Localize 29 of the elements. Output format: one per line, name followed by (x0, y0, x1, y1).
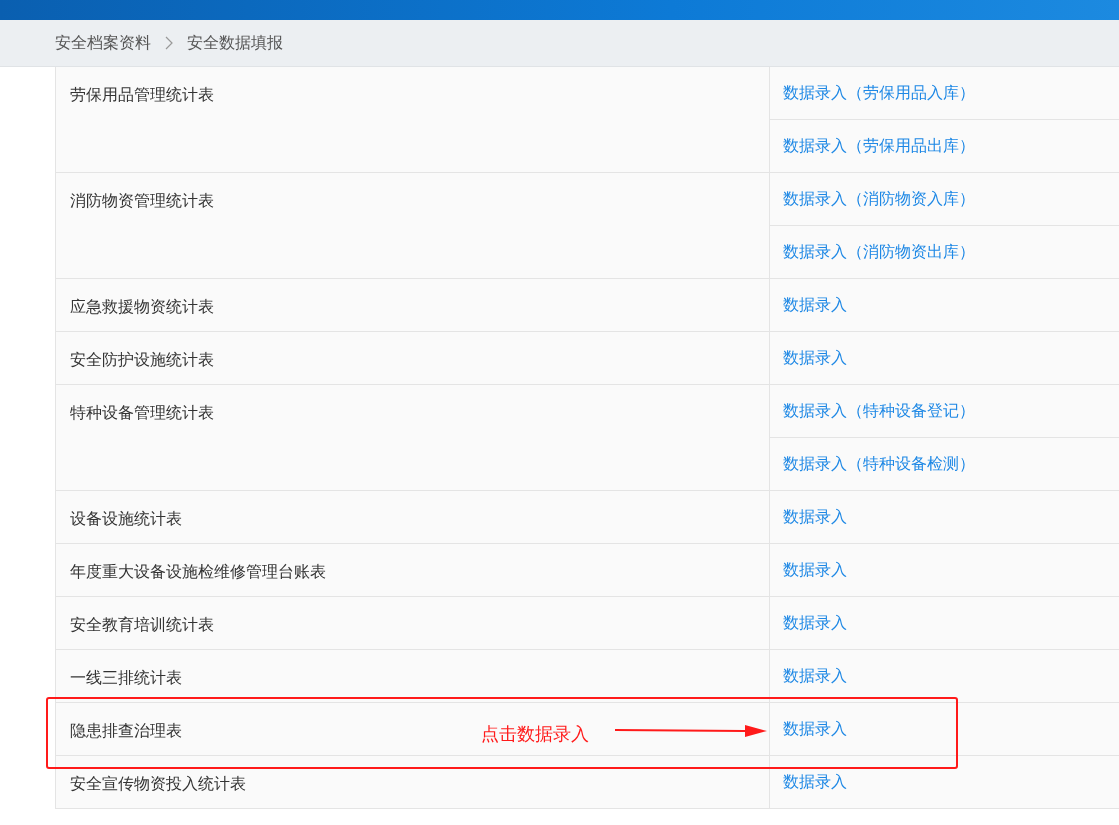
data-entry-link[interactable]: 数据录入（消防物资入库） (783, 188, 975, 210)
data-entry-link[interactable]: 数据录入 (783, 665, 847, 687)
data-entry-link[interactable]: 数据录入 (783, 559, 847, 581)
data-entry-link[interactable]: 数据录入 (783, 771, 847, 793)
chevron-icon (165, 36, 173, 50)
data-entry-link[interactable]: 数据录入（劳保用品入库） (783, 82, 975, 104)
data-entry-link[interactable]: 数据录入（劳保用品出库） (783, 135, 975, 157)
data-entry-link[interactable]: 数据录入（特种设备检测） (783, 453, 975, 475)
table-cell: 安全防护设施统计表 (56, 332, 770, 384)
annotation-text: 点击数据录入 (481, 722, 589, 746)
data-entry-link[interactable]: 数据录入（消防物资出库） (783, 241, 975, 263)
arrow-icon (615, 724, 767, 738)
data-entry-link[interactable]: 数据录入 (783, 294, 847, 316)
table-cell: 设备设施统计表 (56, 491, 770, 543)
breadcrumb-link[interactable]: 安全档案资料 (55, 32, 151, 54)
table-cell: 劳保用品管理统计表 (56, 67, 770, 172)
table-cell: 特种设备管理统计表 (56, 385, 770, 490)
table-cell: 一线三排统计表 (56, 650, 770, 702)
table-cell: 年度重大设备设施检维修管理台账表 (56, 544, 770, 596)
table-cell: 应急救援物资统计表 (56, 279, 770, 331)
data-entry-link[interactable]: 数据录入（特种设备登记） (783, 400, 975, 422)
breadcrumb-link[interactable]: 安全数据填报 (187, 32, 283, 54)
data-entry-link[interactable]: 数据录入 (783, 506, 847, 528)
table-cell: 安全宣传物资投入统计表 (56, 756, 770, 808)
data-entry-link[interactable]: 数据录入 (783, 347, 847, 369)
table-cell: 安全教育培训统计表 (56, 597, 770, 649)
table-cell: 消防物资管理统计表 (56, 173, 770, 278)
data-entry-link[interactable]: 数据录入 (783, 718, 847, 740)
data-entry-link[interactable]: 数据录入 (783, 612, 847, 634)
